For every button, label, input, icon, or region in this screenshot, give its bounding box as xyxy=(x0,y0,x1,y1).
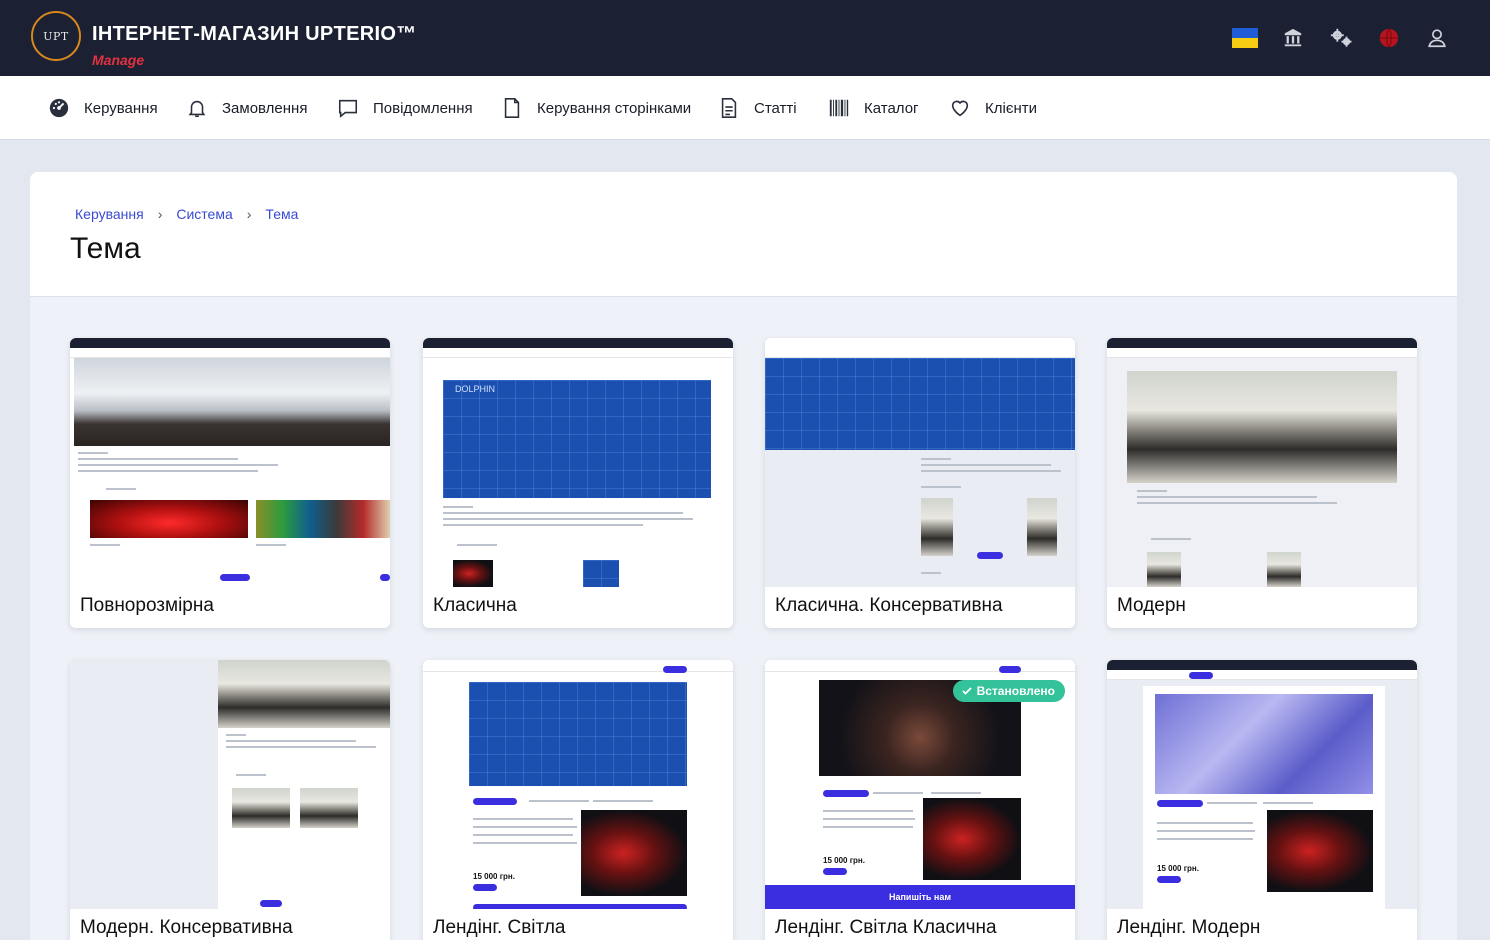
chevron-right-icon: › xyxy=(246,206,252,222)
theme-name: Лендінг. Модерн xyxy=(1117,917,1261,938)
theme-card[interactable]: 15 000 грн. Лендінг. Світла xyxy=(423,660,733,940)
bell-icon xyxy=(188,100,206,118)
app-subtitle: Manage xyxy=(92,52,145,68)
theme-card[interactable]: Повнорозмірна xyxy=(70,338,390,628)
theme-preview-image: 15 000 грн. Напишіть нам Встановлено xyxy=(765,660,1075,909)
breadcrumb-link[interactable]: Керування xyxy=(75,206,144,222)
nav-item-messages[interactable]: Повідомлення xyxy=(337,96,473,120)
theme-card[interactable]: Класична. Консервативна xyxy=(765,338,1075,628)
theme-card[interactable]: 15 000 грн. Напишіть нам Встановлено Лен… xyxy=(765,660,1075,940)
main-nav: Керування Замовлення Повідомлення Керува… xyxy=(0,76,1490,140)
settings-gears-icon[interactable] xyxy=(1327,24,1355,52)
thumb-contact-banner: Напишіть нам xyxy=(765,885,1075,909)
theme-card[interactable]: Модерн. Консервативна xyxy=(70,660,390,940)
nav-label: Клієнти xyxy=(985,99,1038,117)
theme-card[interactable]: 15 000 грн. Лендінг. Модерн xyxy=(1107,660,1417,940)
nav-item-catalog[interactable]: Каталог xyxy=(828,96,919,120)
logo[interactable]: UPT xyxy=(31,11,81,61)
theme-preview-image: 15 000 грн. xyxy=(1107,660,1417,909)
page-header: Керування › Система › Тема Тема xyxy=(30,172,1457,297)
breadcrumb-link[interactable]: Система xyxy=(176,206,232,222)
nav-item-clients[interactable]: Клієнти xyxy=(949,96,1037,120)
logo-text: UPT xyxy=(43,29,69,43)
bank-icon[interactable] xyxy=(1279,24,1307,52)
theme-preview-image: 15 000 грн. xyxy=(423,660,733,909)
theme-name: Лендінг. Світла Класична xyxy=(775,917,997,938)
app-title: ІНТЕРНЕТ-МАГАЗИН UPTERIO™ xyxy=(92,23,417,45)
message-icon xyxy=(338,99,358,118)
dashboard-icon xyxy=(49,98,69,118)
thumb-price: 15 000 грн. xyxy=(473,872,515,881)
thumb-price: 15 000 грн. xyxy=(1157,864,1199,873)
theme-preview-image xyxy=(70,660,390,909)
theme-name: Класична xyxy=(433,595,517,616)
theme-name: Повнорозмірна xyxy=(80,595,214,616)
nav-label: Повідомлення xyxy=(373,99,473,117)
heart-icon xyxy=(951,100,969,117)
theme-card[interactable]: Модерн xyxy=(1107,338,1417,628)
page-icon xyxy=(504,98,520,118)
article-icon xyxy=(721,98,737,118)
nav-label: Керування сторінками xyxy=(537,99,692,117)
thumb-text: DOLPHIN xyxy=(455,384,496,394)
theme-name: Модерн xyxy=(1117,595,1186,616)
page-title: Тема xyxy=(70,232,141,265)
installed-badge: Встановлено xyxy=(952,680,1065,702)
nav-label: Статті xyxy=(754,99,797,117)
thumb-price: 15 000 грн. xyxy=(823,856,865,865)
nav-item-dashboard[interactable]: Керування xyxy=(48,96,158,120)
theme-name: Модерн. Консервативна xyxy=(80,917,293,938)
theme-preview-image: DOLPHIN xyxy=(423,338,733,587)
check-icon xyxy=(961,687,972,695)
nav-label: Керування xyxy=(84,99,158,117)
nav-item-orders[interactable]: Замовлення xyxy=(186,96,307,120)
nav-item-articles[interactable]: Статті xyxy=(718,96,797,120)
nav-label: Замовлення xyxy=(222,99,308,117)
barcode-icon xyxy=(829,99,849,117)
user-icon[interactable] xyxy=(1423,24,1451,52)
breadcrumb: Керування › Система › Тема xyxy=(75,206,298,222)
installed-badge-label: Встановлено xyxy=(976,684,1055,698)
globe-icon[interactable] xyxy=(1375,24,1403,52)
breadcrumb-current[interactable]: Тема xyxy=(265,206,298,222)
top-bar: UPT ІНТЕРНЕТ-МАГАЗИН UPTERIO™ Manage xyxy=(0,0,1490,76)
theme-preview-image xyxy=(1107,338,1417,587)
nav-item-pages[interactable]: Керування сторінками xyxy=(501,96,691,120)
ukraine-flag-icon[interactable] xyxy=(1231,24,1259,52)
nav-label: Каталог xyxy=(864,99,919,117)
theme-preview-image xyxy=(70,338,390,587)
chevron-right-icon: › xyxy=(157,206,163,222)
theme-name: Лендінг. Світла xyxy=(433,917,566,938)
content-card: Керування › Система › Тема Тема Повнороз… xyxy=(30,172,1457,940)
theme-preview-image xyxy=(765,338,1075,587)
theme-card[interactable]: DOLPHIN Класична xyxy=(423,338,733,628)
theme-name: Класична. Консервативна xyxy=(775,595,1003,616)
